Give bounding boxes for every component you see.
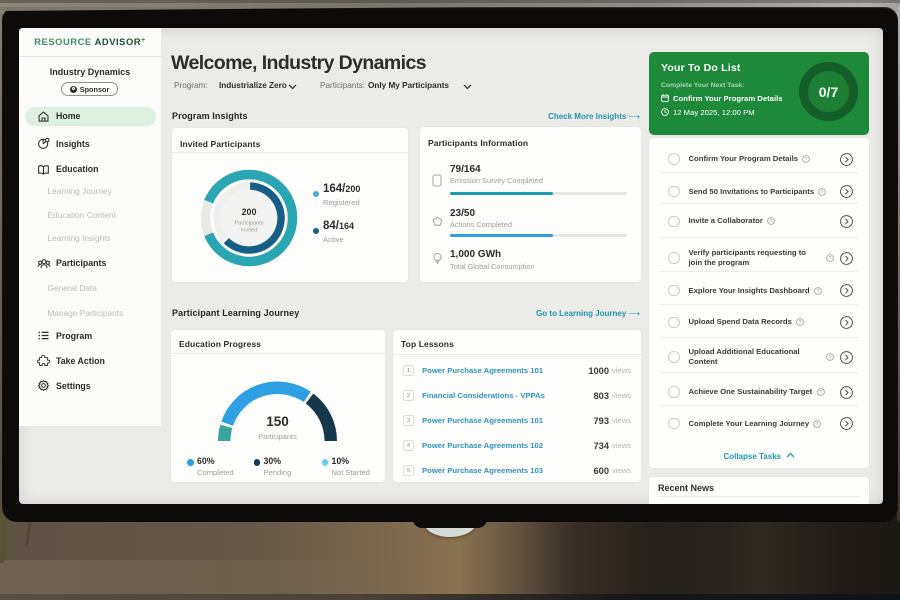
svg-text:?: ? — [829, 256, 832, 262]
svg-text:?: ? — [819, 390, 822, 396]
svg-text:Participants: Participants — [234, 220, 263, 226]
svg-text:?: ? — [805, 157, 808, 163]
svg-text:?: ? — [821, 189, 824, 195]
svg-text:?: ? — [816, 288, 819, 294]
svg-text:Invited: Invited — [241, 227, 257, 233]
svg-text:?: ? — [829, 355, 832, 361]
svg-text:?: ? — [799, 320, 802, 326]
svg-text:?: ? — [816, 421, 819, 427]
svg-text:200: 200 — [242, 207, 257, 217]
svg-text:?: ? — [770, 219, 773, 225]
